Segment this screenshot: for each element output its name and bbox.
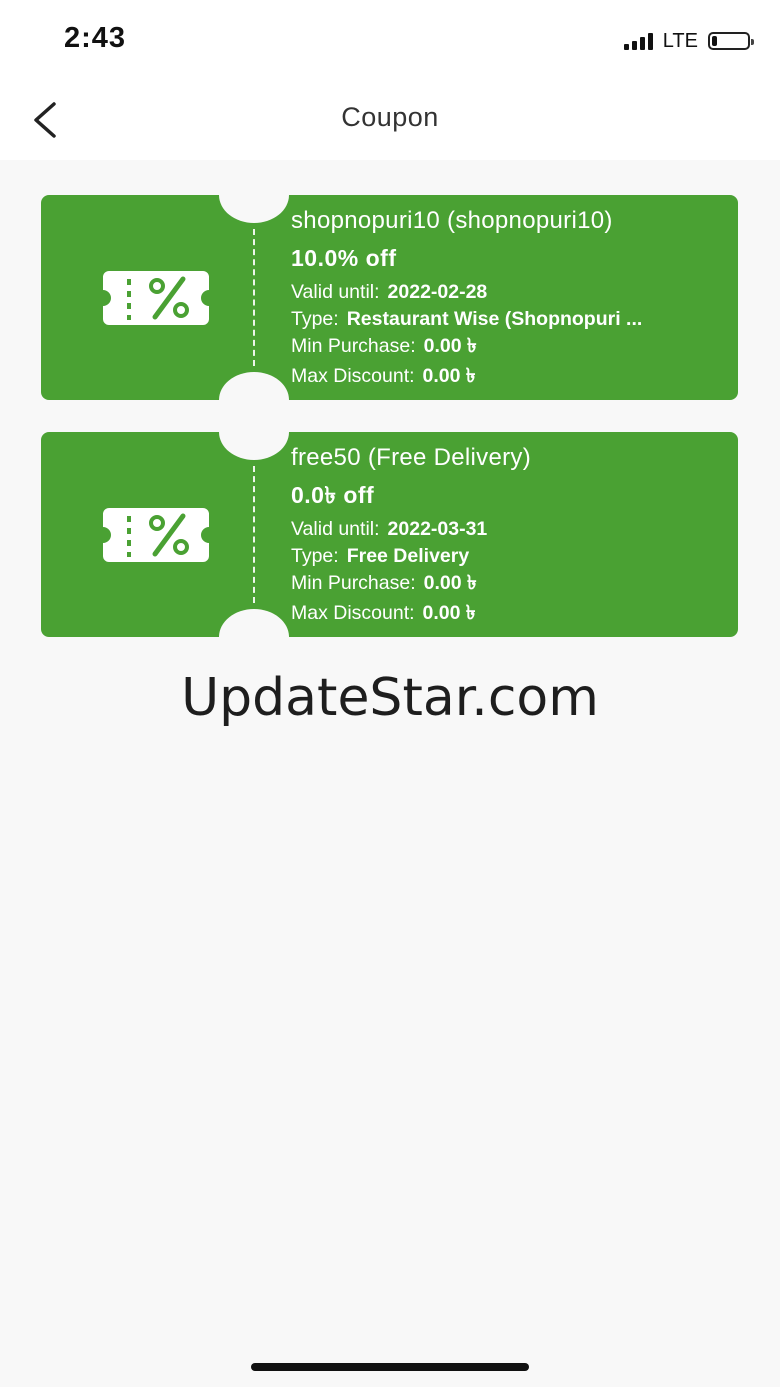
ticket-notch (219, 432, 289, 460)
network-label: LTE (662, 29, 698, 52)
type-row: Type: Free Delivery (291, 545, 470, 567)
signal-icon (623, 32, 653, 50)
coupon-card[interactable]: shopnopuri10 (shopnopuri10) 10.0% off Va… (41, 195, 738, 400)
status-icons: LTE (623, 29, 754, 52)
status-bar: 2:43 LTE (0, 0, 780, 80)
coupon-title: shopnopuri10 (shopnopuri10) (291, 207, 613, 234)
watermark-text: UpdateStar.com (181, 668, 599, 728)
valid-until-row: Valid until: 2022-03-31 (291, 518, 488, 540)
type-row: Type: Restaurant Wise (Shopnopuri ... (291, 308, 643, 330)
coupon-info: free50 (Free Delivery) 0.0৳ off Valid un… (291, 442, 724, 627)
min-purchase-row: Min Purchase: 0.00 ৳ (291, 572, 477, 594)
ticket-notch (219, 372, 289, 400)
ticket-notch (219, 609, 289, 637)
min-purchase-row: Min Purchase: 0.00 ৳ (291, 335, 477, 357)
perforation-divider (253, 229, 255, 366)
perforation-divider (253, 466, 255, 603)
ticket-notch (219, 195, 289, 223)
status-time: 2:43 (64, 22, 127, 54)
coupon-ticket-icon (103, 508, 209, 562)
coupon-info: shopnopuri10 (shopnopuri10) 10.0% off Va… (291, 205, 724, 390)
max-discount-row: Max Discount: 0.00 ৳ (291, 602, 476, 624)
coupon-discount: 10.0% off (291, 245, 397, 271)
valid-until-row: Valid until: 2022-02-28 (291, 281, 488, 303)
battery-icon (708, 32, 754, 50)
coupon-title: free50 (Free Delivery) (291, 444, 532, 471)
coupon-discount: 0.0৳ off (291, 482, 375, 508)
coupon-ticket-icon (103, 271, 209, 325)
max-discount-row: Max Discount: 0.00 ৳ (291, 365, 476, 387)
coupon-card[interactable]: free50 (Free Delivery) 0.0৳ off Valid un… (41, 432, 738, 637)
home-indicator[interactable] (251, 1363, 529, 1371)
page-title: Coupon (341, 102, 439, 132)
header: Coupon (0, 80, 780, 160)
battery-level (712, 36, 717, 46)
